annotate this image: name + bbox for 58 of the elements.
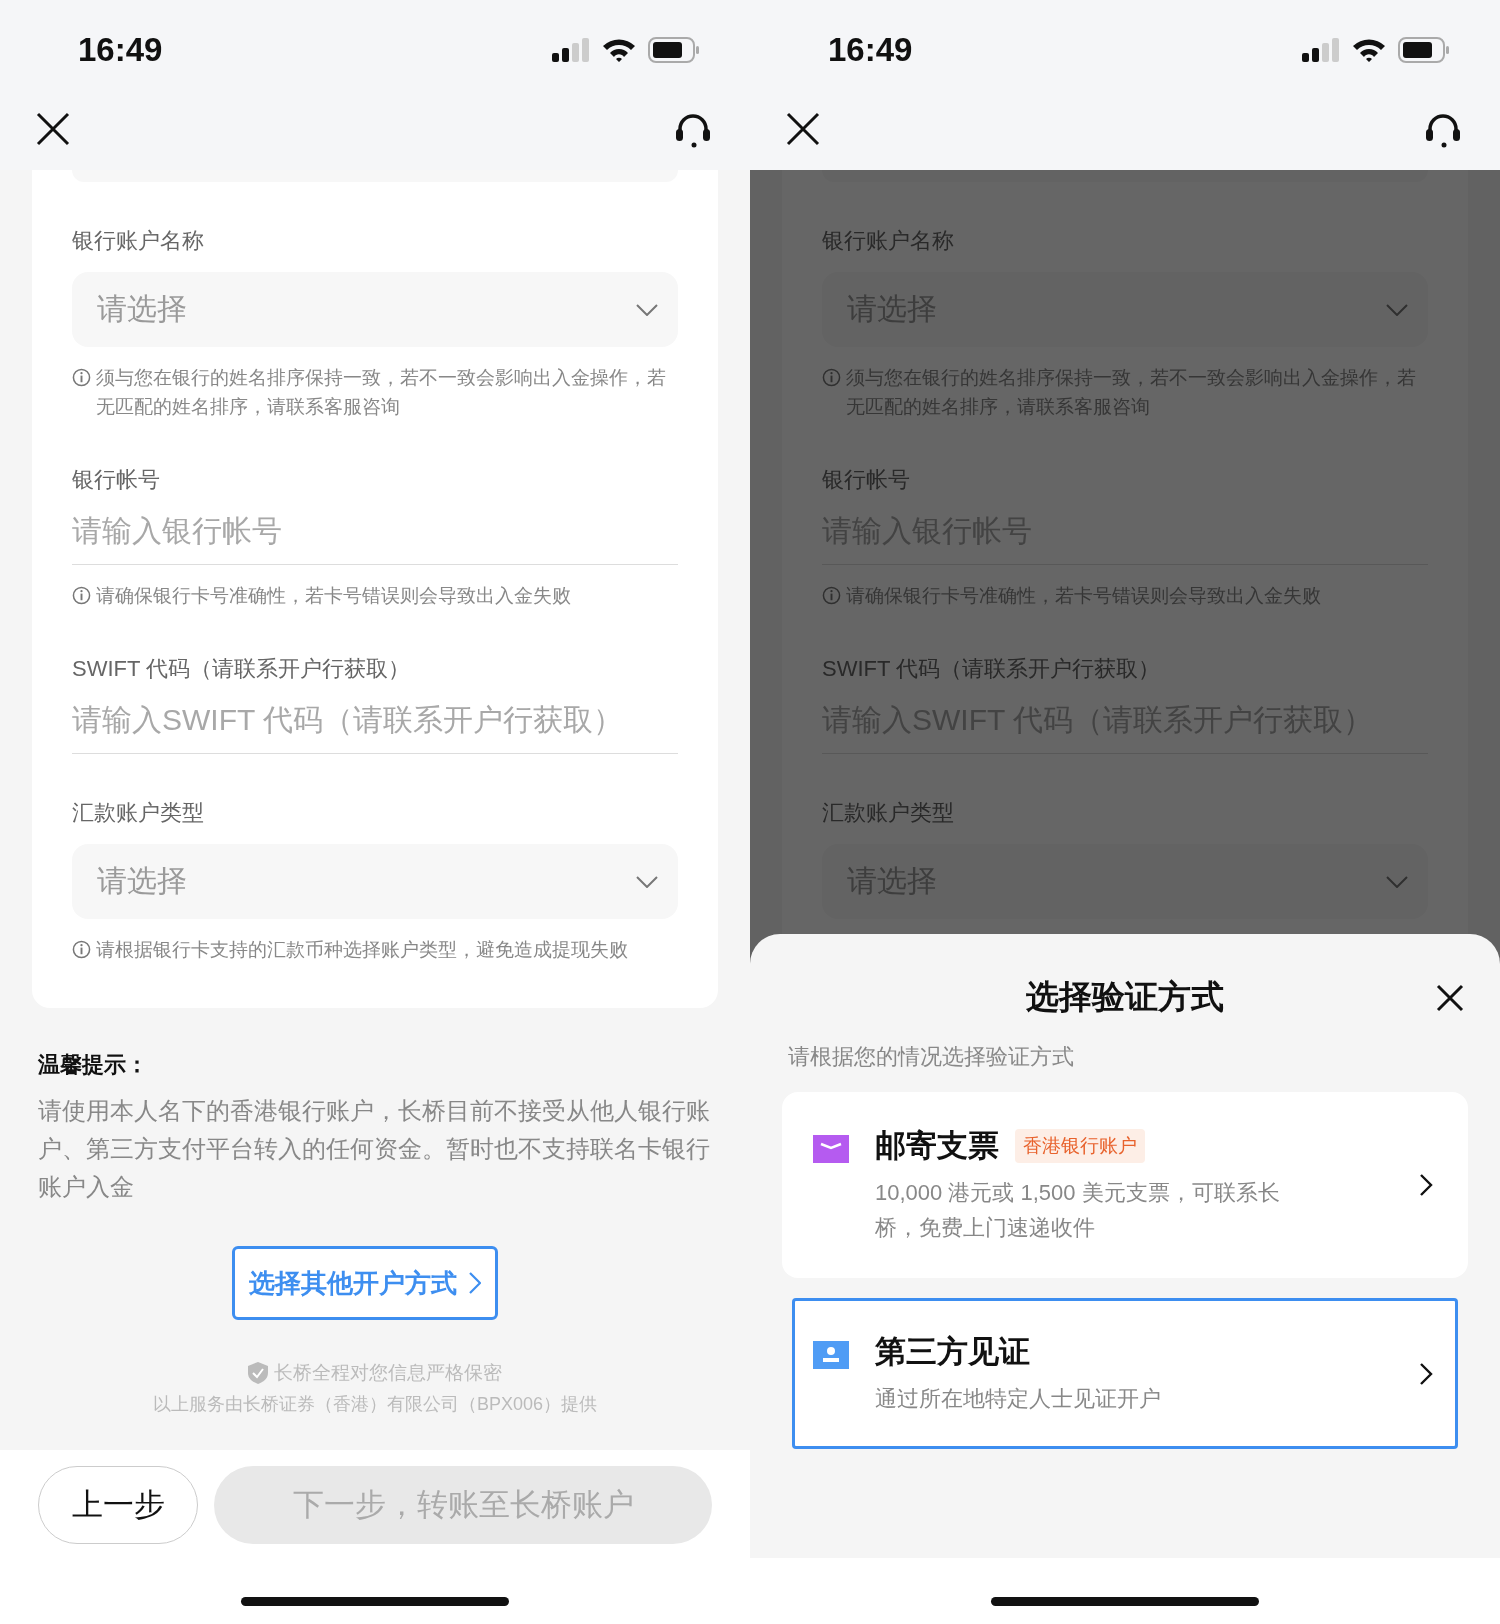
headset-icon[interactable] (1424, 112, 1462, 148)
info-icon (72, 586, 91, 605)
status-time: 16:49 (828, 31, 913, 69)
shield-icon (248, 1362, 268, 1384)
hint-text: 请根据银行卡支持的汇款币种选择账户类型，避免造成提现失败 (96, 938, 628, 962)
field-label: 银行帐号 (72, 466, 161, 494)
wifi-icon (602, 38, 636, 62)
option-card[interactable]: 第三方见证 通过所在地特定人士见证开户 (792, 1298, 1458, 1449)
status-time: 16:49 (78, 31, 163, 69)
sheet-title: 选择验证方式 (1026, 976, 1224, 1017)
notice-title: 温馨提示： (38, 1051, 149, 1079)
hint-text: 请确保银行卡号准确性，若卡号错误则会导致出入金失败 (96, 584, 571, 608)
chevron-down-icon (1386, 303, 1408, 316)
field-label: 银行账户名称 (72, 227, 205, 255)
signal-icon (552, 38, 590, 62)
option-tag: 香港银行账户 (1015, 1129, 1145, 1163)
input-field[interactable]: 请输入银行帐号 (72, 497, 678, 565)
option-title: 第三方见证 (875, 1333, 1030, 1371)
info-icon (72, 368, 91, 387)
field-label: 汇款账户类型 (72, 799, 205, 827)
field-label: SWIFT 代码（请联系开户行获取） (72, 655, 412, 683)
signal-icon (1302, 38, 1340, 62)
info-icon (72, 940, 91, 959)
info-icon (822, 586, 841, 605)
field-label: 银行帐号 (822, 466, 911, 494)
chevron-down-icon (636, 303, 658, 316)
close-icon[interactable] (1436, 984, 1464, 1012)
wifi-icon (1352, 38, 1386, 62)
envelope-icon (813, 1135, 849, 1163)
chevron-down-icon (1386, 875, 1408, 888)
id-card-icon (813, 1341, 849, 1369)
sheet-subtitle: 请根据您的情况选择验证方式 (788, 1043, 1075, 1071)
input-field[interactable]: 请输入SWIFT 代码（请联系开户行获取） (72, 686, 678, 754)
provider-note: 以上服务由长桥证券（香港）有限公司（BPX006）提供 (151, 1393, 599, 1416)
chevron-right-icon (1419, 1361, 1433, 1386)
chevron-down-icon (636, 875, 658, 888)
privacy-note: 长桥全程对您信息严格保密 (274, 1361, 502, 1385)
hint-text: 须与您在银行的姓名排序保持一致，若不一致会影响出入金操作，若无匹配的姓名排序，请联系客服咨询 (96, 366, 667, 419)
chevron-right-icon (1419, 1173, 1433, 1197)
field-label: 银行账户名称 (822, 227, 955, 255)
option-card[interactable]: 邮寄支票 香港银行账户 10,000 港元或 1,500 美元支票，可联系长桥，免费上门速递收件 (782, 1092, 1468, 1278)
option-description: 通过所在地特定人士见证开户 (875, 1385, 1162, 1413)
option-title: 邮寄支票 (875, 1127, 999, 1165)
info-icon (822, 368, 841, 387)
option-description: 10,000 港元或 1,500 美元支票，可联系长桥，免费上门速递收件 (875, 1179, 1281, 1242)
other-method-button[interactable]: 选择其他开户方式 (232, 1246, 498, 1320)
field-label: 汇款账户类型 (822, 799, 955, 827)
notice-text: 请使用本人名下的香港银行账户，长桥目前不接受从他人银行账户、第三方支付平台转入的任何资金。暂时也不支持联名卡银行账户入金 (38, 1096, 711, 1202)
chevron-right-icon (469, 1272, 481, 1294)
battery-icon (648, 37, 700, 63)
select-field[interactable]: 请选择 (72, 844, 678, 919)
close-icon[interactable] (786, 112, 820, 146)
field-label: SWIFT 代码（请联系开户行获取） (822, 655, 1162, 683)
back-button[interactable]: 上一步 (38, 1466, 198, 1544)
close-icon[interactable] (36, 112, 70, 146)
headset-icon[interactable] (674, 112, 712, 148)
battery-icon (1398, 37, 1450, 63)
select-field[interactable]: 请选择 (72, 272, 678, 347)
